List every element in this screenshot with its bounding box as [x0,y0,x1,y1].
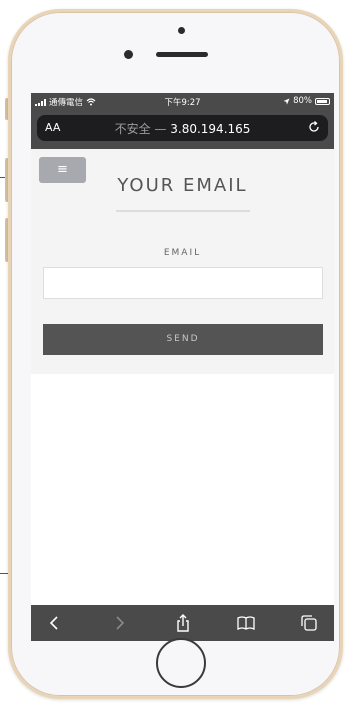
send-button[interactable]: SEND [43,324,323,355]
phone-screen: 通傳電信 下午9:27 80% AA 不安全 — 3.80.194.165 ≡ … [31,93,334,641]
url-host: 3.80.194.165 [170,122,251,136]
reload-icon[interactable] [306,119,322,135]
share-icon[interactable] [173,613,193,633]
battery-percent: 80% [293,96,312,106]
earpiece-speaker [156,52,208,57]
address-bar[interactable]: AA 不安全 — 3.80.194.165 [37,115,328,141]
email-input[interactable] [43,267,323,299]
security-warning: 不安全 [114,122,151,136]
forward-icon[interactable] [109,613,129,633]
battery-icon [315,97,330,105]
back-icon[interactable] [45,613,65,633]
front-camera [124,50,133,59]
status-right: 80% [283,96,330,106]
home-button[interactable] [156,638,206,688]
url-separator: — [150,122,171,136]
email-label: EMAIL [163,248,202,258]
page-content: ≡ YOUR EMAIL EMAIL SEND [31,149,334,374]
sensor-dot [178,27,185,34]
browser-address-area: AA 不安全 — 3.80.194.165 [31,111,334,149]
page-title: YOUR EMAIL [117,175,248,196]
tabs-icon[interactable] [299,613,319,633]
location-arrow-icon [283,98,290,104]
status-bar: 通傳電信 下午9:27 80% [31,93,334,111]
url-display[interactable]: 不安全 — 3.80.194.165 [37,120,328,137]
title-divider [116,210,250,212]
bookmarks-icon[interactable] [236,613,256,633]
browser-toolbar [31,605,334,641]
